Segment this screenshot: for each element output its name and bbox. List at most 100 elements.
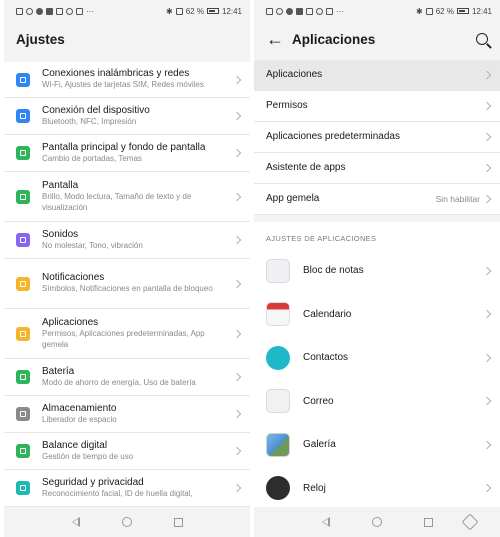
settings-item-title: Conexiones inalámbricas y redes (42, 68, 190, 80)
settings-item[interactable]: Conexión del dispositivo Bluetooth, NFC, … (4, 98, 250, 135)
rotate-screen-icon[interactable] (461, 513, 479, 531)
app-name: Contactos (303, 352, 349, 364)
settings-item-text: Balance digital Gestión de tiempo de uso (42, 440, 238, 463)
settings-item-subtitle: Gestión de tiempo de uso (42, 451, 134, 461)
app-settings-item[interactable]: Bloc de notas (254, 249, 500, 293)
app-bar: Ajustes (4, 22, 250, 56)
status-bar: ··· ✱ 62 % 12:41 (254, 0, 500, 22)
battery-percent: 62 % (185, 6, 204, 16)
applications-menu: Aplicaciones Permisos Aplicaciones predete… (254, 60, 500, 215)
contacts-icon (266, 345, 290, 370)
mail-status-icon (76, 7, 83, 15)
settings-item[interactable]: Notificaciones Símbolos, Notificaciones e… (4, 259, 250, 309)
app-settings-list: Bloc de notas Calendario Contactos Correo Ga… (254, 249, 500, 510)
mail-status-icon (326, 7, 333, 15)
menu-item-label: Aplicaciones predeterminadas (266, 131, 400, 142)
settings-item-subtitle: Símbolos, Notificaciones en pantalla de … (42, 284, 213, 294)
menu-item[interactable]: Permisos (254, 91, 500, 122)
settings-item-text: Almacenamiento Liberador de espacio (42, 403, 238, 426)
app-settings-item[interactable]: Reloj (254, 467, 500, 511)
app-settings-item[interactable]: Contactos (254, 336, 500, 380)
mail-icon (266, 389, 290, 414)
menu-item-label: Permisos (266, 100, 308, 111)
battery-icon (206, 8, 219, 14)
app-settings-item[interactable]: Calendario (254, 293, 500, 337)
recents-nav-icon[interactable] (423, 517, 433, 527)
vibrate-status-icon (175, 7, 183, 15)
settings-item-subtitle: Wi-Fi, Ajustes de tarjetas SIM, Redes mó… (42, 80, 204, 90)
menu-item[interactable]: Aplicaciones predeterminadas (254, 122, 500, 153)
menu-item[interactable]: Aplicaciones (254, 60, 500, 91)
settings-item-subtitle: Brillo, Modo lectura, Tamaño de texto y … (42, 192, 192, 212)
menu-item-text: Permisos (266, 100, 488, 112)
app-notification-icon (286, 7, 293, 15)
settings-item-text: Sonidos No molestar, Tono, vibración (42, 229, 238, 252)
settings-item[interactable]: Aplicaciones Permisos, Aplicaciones prede… (4, 309, 250, 359)
settings-item[interactable]: Balance digital Gestión de tiempo de uso (4, 433, 250, 470)
app-bar: ← Aplicaciones (254, 22, 500, 56)
settings-item-subtitle: Modo de ahorro de energía, Uso de baterí… (42, 377, 196, 387)
settings-item-subtitle: Liberador de espacio (42, 414, 117, 424)
app-notification-icon (66, 7, 73, 15)
home-nav-icon[interactable] (371, 517, 382, 527)
settings-item[interactable]: Pantalla principal y fondo de pantalla Ca… (4, 135, 250, 172)
settings-list: Conexiones inalámbricas y redes Wi-Fi, Aj… (4, 62, 250, 507)
settings-item-title: Batería (42, 365, 75, 377)
settings-item[interactable]: Pantalla Brillo, Modo lectura, Tamaño de … (4, 172, 250, 222)
settings-item[interactable]: Seguridad y privacidad Reconocimiento fac… (4, 470, 250, 507)
app-name: Galería (303, 439, 336, 451)
settings-item[interactable]: Batería Modo de ahorro de energía, Uso de… (4, 359, 250, 396)
settings-item-text: Pantalla Brillo, Modo lectura, Tamaño de … (42, 180, 238, 213)
menu-item-label: Asistente de apps (266, 162, 346, 173)
search-icon[interactable] (476, 33, 488, 45)
status-icons-right: ✱ 62 % 12:41 (416, 7, 492, 16)
navigation-bar (254, 507, 500, 537)
app-name: Bloc de notas (303, 265, 364, 277)
menu-item[interactable]: App gemela Sin habilitar (254, 184, 500, 215)
settings-item-subtitle: Permisos, Aplicaciones predeterminadas, … (42, 329, 205, 349)
more-notifications-icon: ··· (336, 6, 344, 16)
settings-item-subtitle: Cambio de portadas, Temas (42, 153, 142, 163)
settings-item-subtitle: Bluetooth, NFC, Impresión (42, 116, 137, 126)
app-notification-icon (56, 7, 63, 15)
settings-item-title: Pantalla principal y fondo de pantalla (42, 141, 206, 153)
status-bar: ··· ✱ 62 % 12:41 (4, 0, 250, 22)
app-settings-item[interactable]: Galería (254, 423, 500, 467)
battery-percent: 62 % (435, 6, 454, 16)
sound-icon (16, 233, 30, 247)
settings-item[interactable]: Conexiones inalámbricas y redes Wi-Fi, Aj… (4, 62, 250, 98)
chevron-right-icon (482, 194, 492, 204)
page-title: Aplicaciones (292, 31, 376, 47)
wallpaper-icon (16, 146, 30, 160)
more-notifications-icon: ··· (86, 6, 94, 16)
settings-item-title: Notificaciones (42, 272, 105, 284)
chevron-right-icon (482, 397, 492, 406)
recents-nav-icon[interactable] (173, 517, 183, 527)
menu-item[interactable]: Asistente de apps (254, 153, 500, 184)
notification-bell-icon (16, 276, 30, 291)
chevron-right-icon (482, 266, 492, 275)
back-arrow-icon[interactable]: ← (266, 30, 292, 48)
settings-item-title: Balance digital (42, 439, 108, 451)
settings-item[interactable]: Almacenamiento Liberador de espacio (4, 396, 250, 433)
section-divider (254, 215, 500, 222)
gallery-icon (266, 432, 290, 457)
back-nav-icon[interactable] (321, 517, 330, 527)
applications-screen: ··· ✱ 62 % 12:41 ← Aplicaciones Aplicaci… (254, 0, 500, 537)
app-name: Correo (303, 395, 334, 407)
settings-item-subtitle: Reconocimiento facial, ID de huella digi… (42, 488, 193, 498)
home-nav-icon[interactable] (121, 517, 132, 527)
settings-item-text: Conexión del dispositivo Bluetooth, NFC, … (42, 105, 238, 128)
notification-icon (16, 7, 23, 15)
menu-item-text: Aplicaciones predeterminadas (266, 131, 488, 143)
settings-item-subtitle: No molestar, Tono, vibración (42, 240, 143, 250)
settings-item-text: Seguridad y privacidad Reconocimiento fac… (42, 477, 238, 500)
settings-item[interactable]: Sonidos No molestar, Tono, vibración (4, 222, 250, 259)
vibrate-status-icon (425, 7, 433, 15)
app-name: Reloj (303, 482, 326, 494)
app-settings-item[interactable]: Correo (254, 380, 500, 424)
status-icons-right: ✱ 62 % 12:41 (166, 7, 242, 16)
clock-time: 12:41 (471, 6, 492, 16)
back-nav-icon[interactable] (71, 517, 80, 527)
wifi-icon (16, 72, 30, 87)
